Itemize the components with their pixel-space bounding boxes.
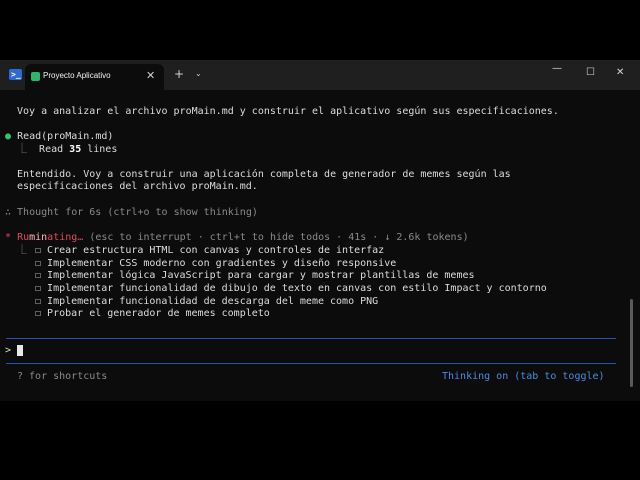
close-window-icon[interactable]: ✕	[616, 67, 624, 78]
status-line: * Ruminating… (esc to interrupt · ctrl+t…	[5, 232, 469, 244]
todo-item-label: Crear estructura HTML con canvas y contr…	[47, 245, 385, 256]
input-separator-bottom	[6, 363, 616, 364]
todo-item: ☐ Implementar CSS moderno con gradientes…	[35, 258, 397, 269]
todo-item: ☐ Probar el generador de memes completo	[35, 308, 270, 319]
prompt-symbol: >	[5, 345, 12, 356]
scrollbar[interactable]	[630, 299, 633, 387]
read-result-count: 35	[69, 144, 82, 155]
status-word-mid: min	[29, 232, 48, 243]
thinking-toggle[interactable]: Thinking on (tab to toggle)	[442, 371, 605, 383]
status-word-pre: Ru	[17, 232, 30, 243]
new-tab-icon[interactable]: +	[174, 67, 184, 81]
read-arg: (proMain.md)	[41, 131, 114, 142]
status-word-post: ating…	[47, 232, 84, 243]
todo-item-label: Probar el generador de memes completo	[47, 308, 270, 319]
read-result-suffix: lines	[87, 144, 118, 155]
shortcuts-hint: ? for shortcuts	[17, 371, 108, 382]
tab-title: Proyecto Aplicativo	[43, 71, 111, 80]
tab-proyecto-aplicativo[interactable]: Proyecto Aplicativo ✕	[25, 64, 164, 90]
todo-item-label: Implementar funcionalidad de descarga de…	[47, 296, 379, 307]
maximize-icon[interactable]: ☐	[586, 67, 595, 78]
todo-item: ☐ Crear estructura HTML con canvas y con…	[35, 245, 385, 256]
todo-item: ☐ Implementar funcionalidad de descarga …	[35, 296, 379, 307]
close-tab-icon[interactable]: ✕	[146, 69, 155, 82]
todo-item: ☐ Implementar funcionalidad de dibujo de…	[35, 283, 547, 294]
intro-text: Voy a analizar el archivo proMain.md y c…	[17, 106, 559, 117]
understood-line-1: Entendido. Voy a construir una aplicació…	[17, 169, 511, 180]
status-details: (esc to interrupt · ctrl+t to hide todos…	[89, 232, 469, 243]
read-line: ● Read(proMain.md)	[5, 131, 113, 143]
todo-item-label: Implementar funcionalidad de dibujo de t…	[47, 283, 547, 294]
read-label: Read	[17, 131, 42, 142]
todo-item-label: Implementar CSS moderno con gradientes y…	[47, 258, 397, 269]
todo-item: ☐ Implementar lógica JavaScript para car…	[35, 270, 475, 281]
read-result-prefix: Read	[39, 144, 64, 155]
branch-icon: ⎿	[17, 144, 27, 155]
minimize-icon[interactable]: —	[552, 63, 562, 74]
prompt-input-cursor[interactable]	[17, 345, 23, 356]
title-bar: >_ Proyecto Aplicativo ✕ + ⌄ — ☐ ✕	[0, 60, 640, 90]
spinner-star-icon: *	[5, 232, 12, 243]
chevron-down-icon[interactable]: ⌄	[195, 69, 202, 78]
terminal-window: >_ Proyecto Aplicativo ✕ + ⌄ — ☐ ✕ Voy a…	[0, 60, 640, 401]
powershell-icon[interactable]: >_	[9, 69, 22, 80]
todo-branch-icon: ⎿	[17, 245, 27, 256]
input-separator-top	[6, 338, 616, 339]
todo-item-label: Implementar lógica JavaScript para carga…	[47, 270, 475, 281]
read-result: ⎿ Read 35 lines	[17, 144, 117, 156]
understood-line-2: especificaciones del archivo proMain.md.	[17, 181, 258, 192]
success-bullet-icon: ●	[5, 131, 12, 142]
thought-line: ∴ Thought for 6s (ctrl+o to show thinkin…	[5, 207, 258, 218]
terminal-app-icon	[31, 72, 40, 81]
